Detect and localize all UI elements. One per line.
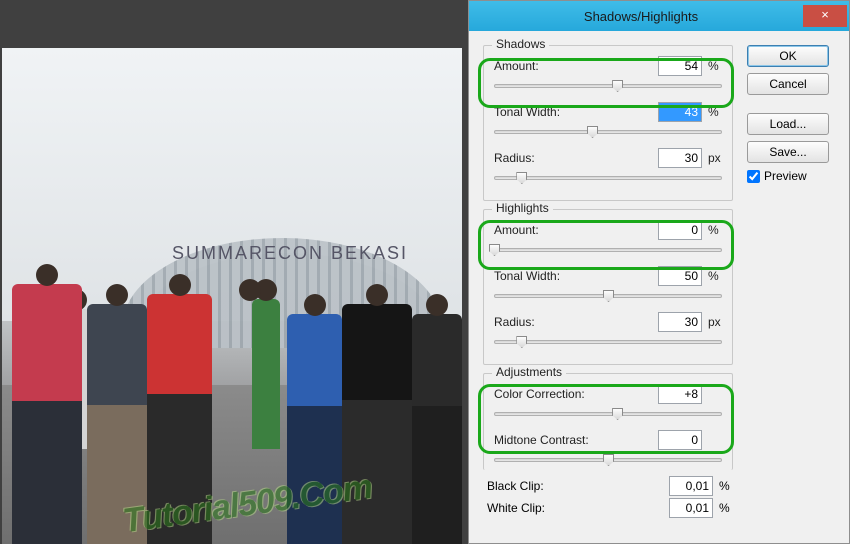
shadows-radius-slider[interactable] bbox=[494, 170, 722, 188]
white-clip-input[interactable] bbox=[669, 498, 713, 518]
close-icon[interactable]: × bbox=[803, 5, 847, 27]
preview-checkbox-input[interactable] bbox=[747, 170, 760, 183]
shadows-legend: Shadows bbox=[492, 37, 549, 51]
highlights-radius-slider[interactable] bbox=[494, 334, 722, 352]
preview-checkbox[interactable]: Preview bbox=[747, 169, 835, 183]
landmark-text: SUMMARECON BEKASI bbox=[172, 243, 408, 264]
shadows-tonal-slider[interactable] bbox=[494, 124, 722, 142]
adjustments-group: Adjustments Color Correction: Midtone Co… bbox=[483, 373, 733, 470]
highlights-amount-label: Amount: bbox=[494, 223, 658, 237]
white-clip-label: White Clip: bbox=[487, 501, 669, 515]
shadows-amount-slider[interactable] bbox=[494, 78, 722, 96]
dialog-title: Shadows/Highlights bbox=[479, 9, 803, 24]
adjustments-legend: Adjustments bbox=[492, 365, 566, 379]
shadows-amount-input[interactable] bbox=[658, 56, 702, 76]
highlights-amount-input[interactable] bbox=[658, 220, 702, 240]
document-image[interactable]: SUMMARECON BEKASI Tutorial509.Com bbox=[2, 48, 462, 544]
editor-canvas-area: SUMMARECON BEKASI Tutorial509.Com bbox=[0, 0, 468, 544]
highlights-tonal-input[interactable] bbox=[658, 266, 702, 286]
color-correction-input[interactable] bbox=[658, 384, 702, 404]
dialog-titlebar[interactable]: Shadows/Highlights × bbox=[469, 1, 849, 31]
shadows-tonal-label: Tonal Width: bbox=[494, 105, 658, 119]
shadows-tonal-input[interactable] bbox=[658, 102, 702, 122]
save-button[interactable]: Save... bbox=[747, 141, 829, 163]
shadows-highlights-dialog: Shadows/Highlights × Shadows Amount: % T… bbox=[468, 0, 850, 544]
highlights-group: Highlights Amount: % Tonal Width: % Radi… bbox=[483, 209, 733, 365]
midtone-contrast-input[interactable] bbox=[658, 430, 702, 450]
highlights-tonal-label: Tonal Width: bbox=[494, 269, 658, 283]
cancel-button[interactable]: Cancel bbox=[747, 73, 829, 95]
load-button[interactable]: Load... bbox=[747, 113, 829, 135]
shadows-radius-label: Radius: bbox=[494, 151, 658, 165]
black-clip-label: Black Clip: bbox=[487, 479, 669, 493]
shadows-group: Shadows Amount: % Tonal Width: % Radius: bbox=[483, 45, 733, 201]
shadows-amount-label: Amount: bbox=[494, 59, 658, 73]
midtone-contrast-label: Midtone Contrast: bbox=[494, 433, 658, 447]
highlights-amount-slider[interactable] bbox=[494, 242, 722, 260]
shadows-radius-input[interactable] bbox=[658, 148, 702, 168]
unit-percent: % bbox=[702, 59, 722, 73]
highlights-radius-label: Radius: bbox=[494, 315, 658, 329]
highlights-legend: Highlights bbox=[492, 201, 553, 215]
color-correction-label: Color Correction: bbox=[494, 387, 658, 401]
highlights-radius-input[interactable] bbox=[658, 312, 702, 332]
color-correction-slider[interactable] bbox=[494, 406, 722, 424]
preview-label: Preview bbox=[764, 169, 807, 183]
crowd bbox=[2, 271, 462, 544]
midtone-contrast-slider[interactable] bbox=[494, 452, 722, 470]
black-clip-input[interactable] bbox=[669, 476, 713, 496]
highlights-tonal-slider[interactable] bbox=[494, 288, 722, 306]
ok-button[interactable]: OK bbox=[747, 45, 829, 67]
